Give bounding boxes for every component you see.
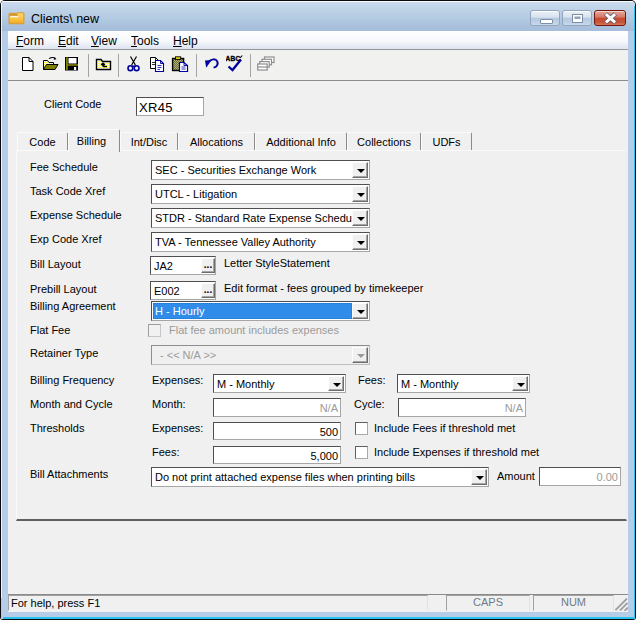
svg-text:ABC: ABC [226, 55, 240, 62]
